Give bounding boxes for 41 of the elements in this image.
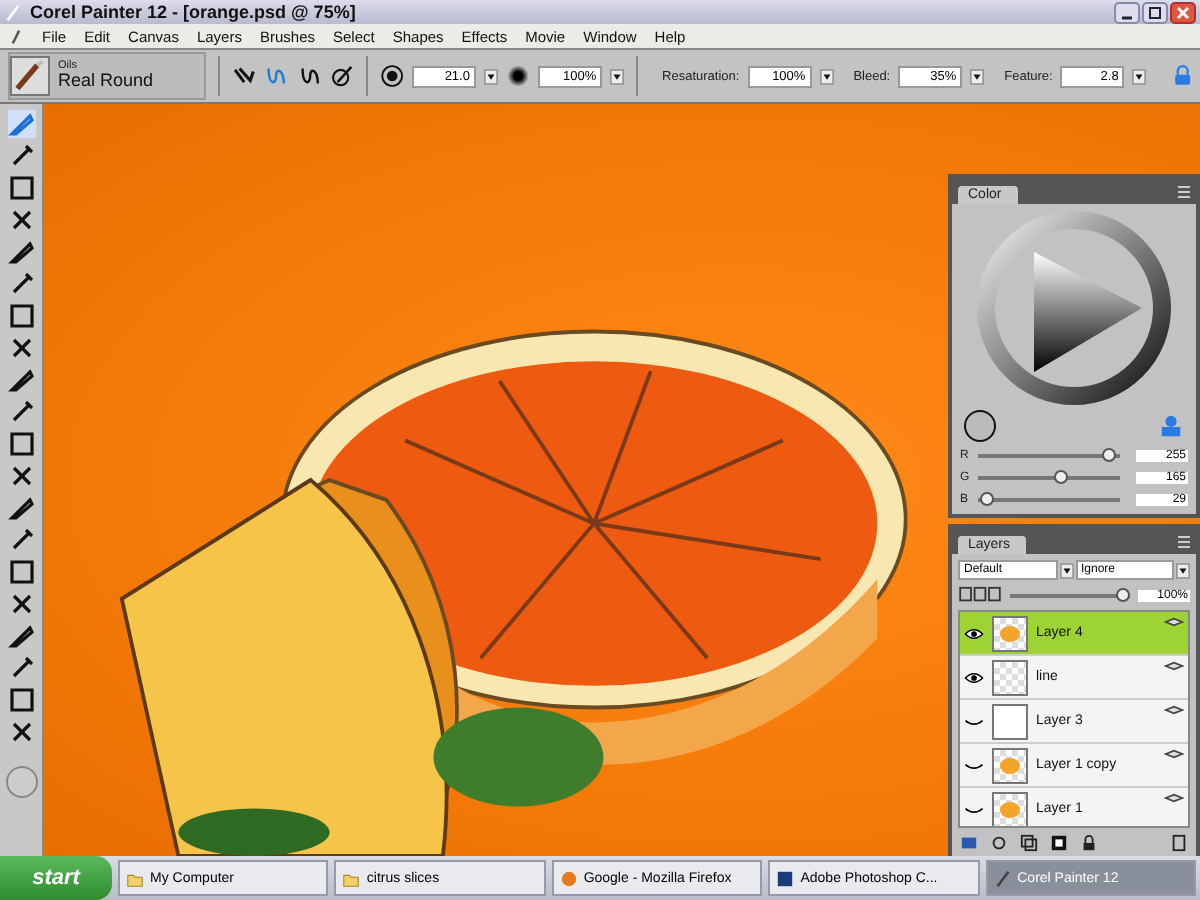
layer-stack-icon	[1164, 748, 1184, 760]
dropdown-arrow-icon[interactable]	[1059, 561, 1073, 579]
dropdown-arrow-icon[interactable]	[1176, 561, 1190, 579]
slider-thumb[interactable]	[979, 491, 994, 505]
duplicate-icon[interactable]	[1020, 834, 1038, 852]
layers-icon[interactable]	[958, 586, 1002, 604]
new-layer-icon[interactable]	[960, 834, 978, 852]
closed-eye-icon[interactable]	[964, 715, 984, 727]
restore-button[interactable]	[1142, 1, 1168, 23]
layer-stack-icon	[1164, 704, 1184, 716]
dropdown-arrow-icon[interactable]	[483, 67, 498, 85]
mask-icon[interactable]	[1050, 834, 1068, 852]
closed-eye-icon[interactable]	[964, 803, 984, 815]
brush-icon	[10, 56, 50, 96]
slider-thumb[interactable]	[1054, 469, 1069, 483]
dropdown-arrow-icon[interactable]	[970, 67, 985, 85]
closed-eye-icon[interactable]	[964, 759, 984, 771]
curve-icon[interactable]	[297, 62, 322, 90]
panel-menu-icon[interactable]	[1176, 533, 1192, 549]
eye-icon[interactable]	[964, 671, 984, 683]
dropdown-arrow-icon[interactable]	[819, 67, 834, 85]
layer-stack-icon	[1164, 616, 1184, 628]
color-swatch[interactable]	[964, 410, 996, 442]
slider-thumb[interactable]	[1116, 587, 1130, 601]
panel-menu-icon[interactable]	[1176, 183, 1192, 199]
dropdown-arrow-icon[interactable]	[610, 67, 625, 85]
brush-variant: Real Round	[58, 72, 154, 91]
layer-stack-icon	[1164, 792, 1184, 804]
lock-icon[interactable]	[1080, 834, 1098, 852]
eye-icon[interactable]	[964, 627, 984, 639]
size-icon	[379, 62, 404, 90]
dropdown-arrow-icon[interactable]	[1132, 67, 1147, 85]
slider-thumb[interactable]	[1101, 447, 1116, 461]
minimize-button[interactable]	[1114, 1, 1140, 23]
opacity-icon	[505, 62, 531, 90]
close-button[interactable]	[1170, 1, 1196, 23]
window-title: Corel Painter 12 - [orange.psd @ 75%]	[30, 2, 356, 22]
color-wheel-drawing[interactable]	[974, 208, 1174, 408]
brush-icon[interactable]	[329, 62, 354, 90]
color-swatch[interactable]	[5, 766, 37, 798]
layer-stack-icon	[1164, 660, 1184, 672]
